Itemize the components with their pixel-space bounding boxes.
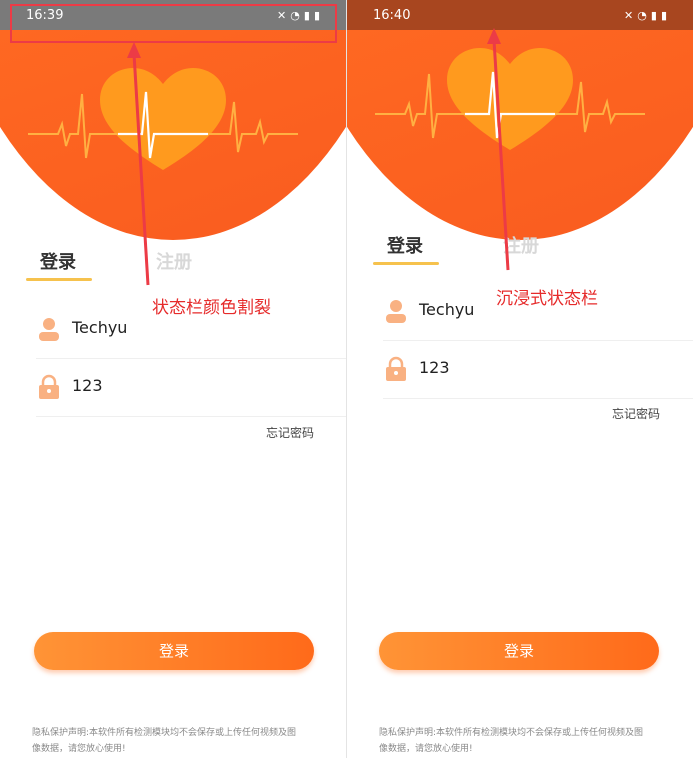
left-phone-screen: 16:39 ✕ ◔ ▮ ▮ 登录 注册 Techyu 123 忘记密码 登录 隐… <box>0 0 346 758</box>
username-value: Techyu <box>72 318 128 337</box>
privacy-line-2: 像数据，请您放心使用! <box>379 744 473 754</box>
tab-register[interactable]: 注册 <box>156 248 192 274</box>
heart-logo <box>28 62 298 182</box>
annotation-immersive-status-bar: 沉浸式状态栏 <box>496 289 598 309</box>
tab-login[interactable]: 登录 <box>387 232 423 258</box>
username-value: Techyu <box>419 300 475 319</box>
wifi-icon: ◔ <box>637 8 647 22</box>
annotation-split-status-bar: 状态栏颜色割裂 <box>152 298 271 318</box>
status-icons: ✕ ◔ ▮ ▮ <box>624 9 667 22</box>
user-icon <box>39 318 59 341</box>
lock-icon <box>386 356 406 381</box>
status-bar-highlight-box <box>10 4 337 43</box>
tab-register[interactable]: 注册 <box>503 232 539 258</box>
tab-login[interactable]: 登录 <box>40 248 76 274</box>
heartbeat-icon <box>28 68 298 170</box>
heartbeat-icon <box>375 48 645 150</box>
signal-icon: ▮ <box>650 8 657 22</box>
lock-icon <box>39 374 59 399</box>
privacy-statement: 隐私保护声明:本软件所有检测模块均不会保存或上传任何视频及图 像数据，请您放心使… <box>32 725 312 757</box>
user-icon <box>386 300 406 323</box>
tab-active-indicator <box>373 262 439 265</box>
login-button[interactable]: 登录 <box>34 632 314 670</box>
status-time: 16:40 <box>373 7 411 23</box>
forgot-password-link[interactable]: 忘记密码 <box>266 424 314 441</box>
tab-active-indicator <box>26 278 92 281</box>
battery-icon: ▮ <box>660 8 667 22</box>
heart-logo <box>375 42 645 162</box>
auth-tabs: 登录 注册 <box>26 248 326 288</box>
password-field[interactable]: 123 <box>36 360 346 417</box>
right-phone-screen: 16:40 ✕ ◔ ▮ ▮ 登录 注册 Techyu 123 忘记密码 登录 隐… <box>347 0 693 758</box>
password-value: 123 <box>419 358 450 377</box>
password-field[interactable]: 123 <box>383 342 693 399</box>
privacy-line-1: 隐私保护声明:本软件所有检测模块均不会保存或上传任何视频及图 <box>32 728 297 738</box>
status-bar: 16:40 ✕ ◔ ▮ ▮ <box>347 0 693 30</box>
login-button[interactable]: 登录 <box>379 632 659 670</box>
privacy-statement: 隐私保护声明:本软件所有检测模块均不会保存或上传任何视频及图 像数据，请您放心使… <box>379 725 659 757</box>
privacy-line-2: 像数据，请您放心使用! <box>32 744 126 754</box>
privacy-line-1: 隐私保护声明:本软件所有检测模块均不会保存或上传任何视频及图 <box>379 728 644 738</box>
forgot-password-link[interactable]: 忘记密码 <box>612 405 660 422</box>
mute-icon: ✕ <box>624 8 634 22</box>
password-value: 123 <box>72 376 103 395</box>
auth-tabs: 登录 注册 <box>373 232 673 272</box>
